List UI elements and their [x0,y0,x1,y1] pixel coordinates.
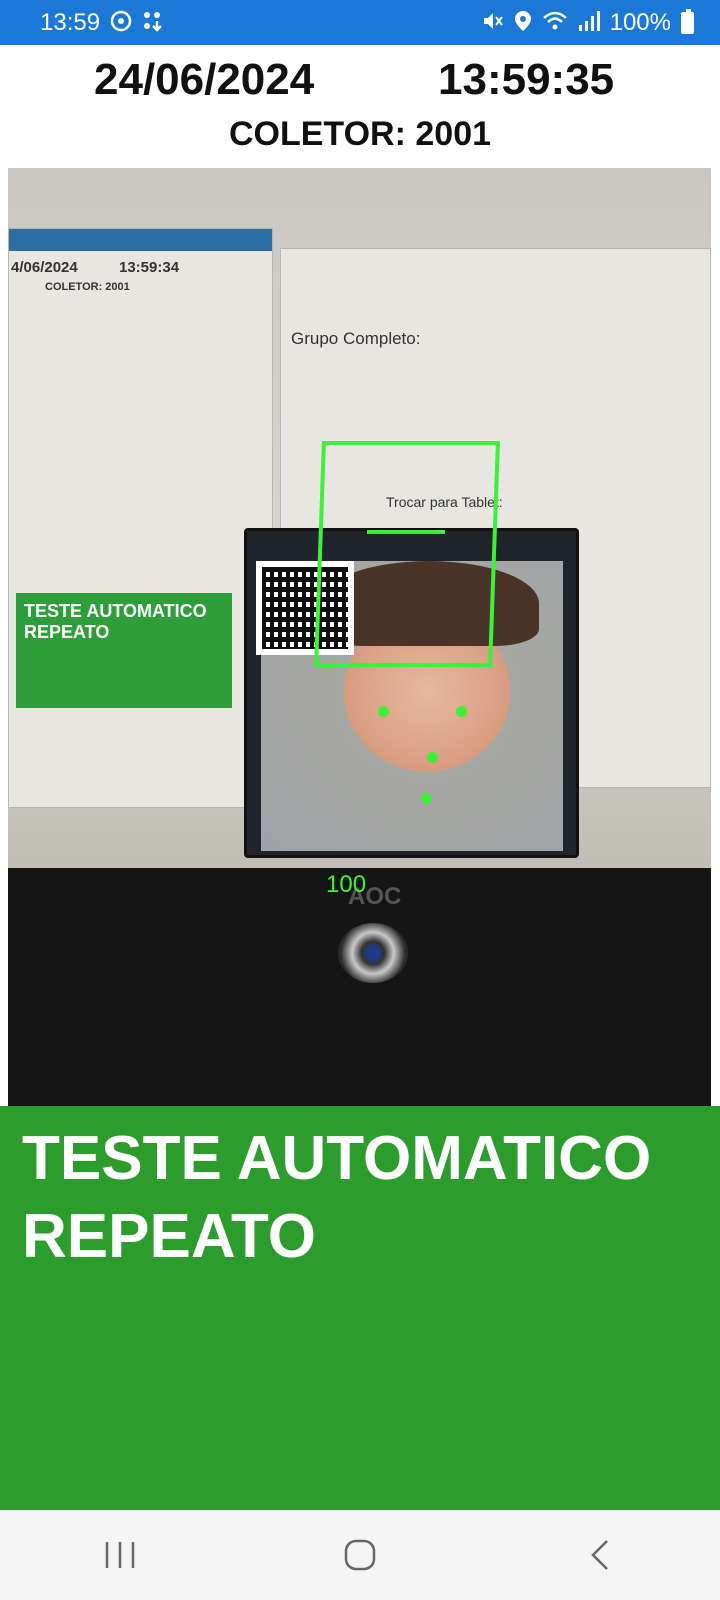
location-icon [514,10,532,36]
collector-info: COLETOR: 2001 [0,115,720,154]
eye-line [367,530,445,534]
battery-percent: 100% [609,8,671,36]
bg-group-title: Grupo Completo: [291,329,421,348]
left-eye-landmark [378,706,389,717]
nose-landmark [427,752,438,763]
face-app-icon [110,10,132,36]
signal-icon [578,10,600,36]
webcam-lens [338,923,408,983]
navigation-bar [0,1510,720,1600]
bg-time: 13:59:34 [119,259,180,276]
dots-download-icon [142,10,164,36]
result-panel: TESTE AUTOMATICO REPEATO [0,1106,720,1510]
right-eye-landmark [456,706,467,717]
background-app-window: 4/06/2024 13:59:34 COLETOR: 2001 [8,228,273,808]
detection-score: 100 [326,871,367,898]
collector-label: COLETOR: [228,115,406,153]
back-icon [591,1540,608,1570]
bg-collector: COLETOR: 2001 [45,281,130,293]
current-time: 13:59:35 [438,55,615,104]
current-date: 24/06/2024 [94,55,315,104]
result-title-line1: TESTE AUTOMATICO [22,1124,652,1193]
recent-apps-icon [105,1542,135,1568]
home-icon [344,1539,376,1571]
face-detection-box [314,441,500,667]
home-button[interactable] [320,1525,400,1585]
status-time: 13:59 [40,8,101,36]
status-left: 13:59 [40,9,164,37]
back-button[interactable] [560,1525,640,1585]
collector-value: 2001 [415,115,492,153]
recent-apps-button[interactable] [80,1525,160,1585]
bg-green-result: TESTE AUTOMATICO REPEATO [16,593,232,708]
status-right: 100% [482,8,694,37]
header: 24/06/2024 13:59:35 COLETOR: 2001 [0,45,720,168]
battery-icon [681,8,694,34]
window-titlebar [9,229,272,251]
bg-date: 4/06/2024 [11,259,78,276]
result-title-line2: REPEATO [22,1202,316,1271]
mute-icon [482,10,504,36]
wifi-icon [542,10,568,36]
status-bar: 13:59 100% [0,0,720,45]
mouth-landmark [421,793,432,804]
